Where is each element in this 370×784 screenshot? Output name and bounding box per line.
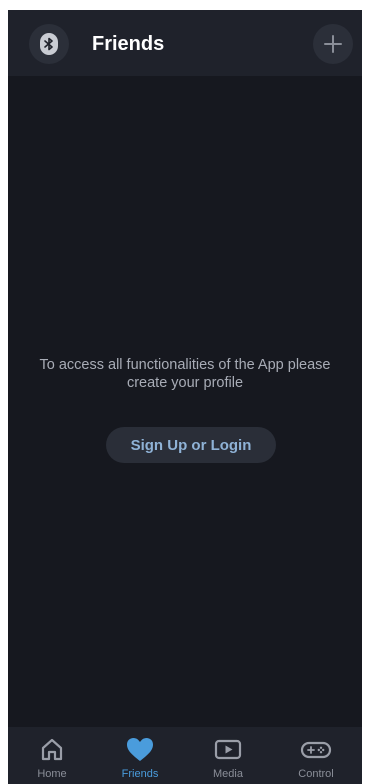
page-title: Friends xyxy=(92,33,165,55)
bottom-navigation: Home Friends Media Control xyxy=(8,727,362,784)
nav-item-media[interactable]: Media xyxy=(184,727,272,784)
bluetooth-button[interactable] xyxy=(29,24,69,64)
nav-label-control: Control xyxy=(298,768,334,780)
play-icon xyxy=(214,739,242,760)
profile-required-message: To access all functionalities of the App… xyxy=(39,357,331,391)
nav-item-control[interactable]: Control xyxy=(272,727,360,784)
header-bar: Friends xyxy=(8,10,362,76)
nav-item-friends[interactable]: Friends xyxy=(96,727,184,784)
nav-label-home: Home xyxy=(37,768,67,780)
app-screen: Friends To access all functionalities of… xyxy=(8,10,362,784)
heart-icon xyxy=(127,738,153,761)
bluetooth-icon xyxy=(40,33,58,55)
signup-login-button[interactable]: Sign Up or Login xyxy=(106,427,276,463)
add-friend-button[interactable] xyxy=(313,24,353,64)
plus-icon xyxy=(324,35,342,53)
home-icon xyxy=(41,738,63,761)
nav-item-home[interactable]: Home xyxy=(8,727,96,784)
gamepad-icon xyxy=(300,741,332,759)
nav-label-friends: Friends xyxy=(121,768,159,780)
nav-label-media: Media xyxy=(213,768,243,780)
